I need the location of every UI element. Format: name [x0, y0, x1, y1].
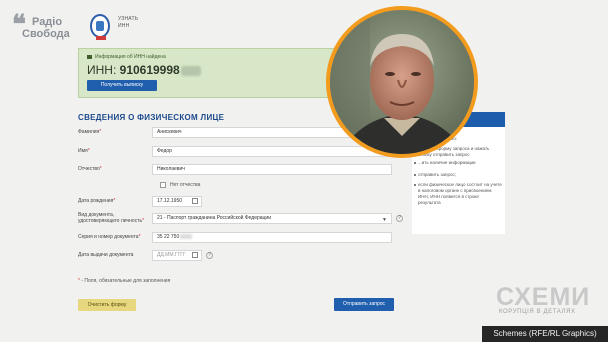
required-mark: *	[99, 129, 102, 135]
sidebar-item-text: отправить запрос;	[418, 172, 456, 177]
portrait-image	[330, 10, 474, 154]
inn-value: 910619998	[119, 63, 180, 77]
inn-blurred-digits	[180, 65, 201, 76]
required-mark: *	[142, 218, 145, 224]
clear-form-button[interactable]: Очистить форму	[78, 299, 136, 311]
schemes-logo: СХЕМИ	[496, 283, 591, 311]
get-extract-button[interactable]: Получить выписку	[87, 80, 157, 91]
birthdate-input[interactable]: 17.12.1950	[152, 196, 202, 207]
label-issue-date-text: Дата выдачи документа	[78, 252, 134, 258]
nalog-emblem-stripe	[96, 36, 106, 40]
label-name: Имя*	[78, 148, 90, 154]
label-surname-text: Фамилия	[78, 129, 100, 135]
required-mark: *	[99, 166, 102, 172]
bullet-icon	[414, 162, 416, 164]
sidebar-item: ...ить наличие информации	[414, 160, 502, 166]
nalog-emblem-icon	[90, 14, 110, 38]
label-birthdate-text: Дата рождения	[78, 198, 114, 204]
calendar-icon[interactable]	[192, 198, 198, 204]
label-name-text: Имя	[78, 148, 88, 154]
service-title-line2: ИНН	[118, 23, 130, 29]
bullet-icon	[414, 174, 416, 176]
service-title-line1: УЗНАТЬ	[118, 16, 139, 22]
calendar-icon[interactable]	[192, 252, 198, 258]
patronymic-input[interactable]: Николаевич	[152, 164, 392, 175]
section-title: СВЕДЕНИЯ О ФИЗИЧЕСКОМ ЛИЦЕ	[78, 113, 225, 122]
label-doc-number-text: Серия и номер документа	[78, 234, 139, 240]
no-patronymic-label: Нет отчества	[170, 182, 201, 188]
issue-date-input[interactable]: ДД.ММ.ГГГГ	[152, 250, 202, 261]
printer-icon	[87, 54, 92, 59]
person-form: Фамилия* Анискевич Имя* Федор Отчество* …	[70, 124, 412, 319]
required-note-text: - Поля, обязательные для заполнения	[81, 278, 171, 284]
logo-line1: Радіо	[32, 16, 63, 28]
label-patronymic-text: Отчество	[78, 166, 100, 172]
sidebar-item-text: если физическое лицо состоит на учете в …	[418, 182, 502, 205]
label-birthdate: Дата рождения*	[78, 198, 115, 204]
image-credit: Schemes (RFE/RL Graphics)	[482, 326, 608, 342]
help-icon[interactable]: ?	[396, 215, 403, 222]
label-doc-type-text: Вид документа, удостоверяющего личность	[78, 212, 143, 224]
label-patronymic: Отчество*	[78, 166, 102, 172]
doc-type-select[interactable]: 21 - Паспорт гражданина Российской Федер…	[152, 213, 392, 224]
schemes-tagline: КОРУПЦІЯ В ДЕТАЛЯХ	[499, 309, 576, 315]
doc-number-blurred	[180, 234, 193, 240]
label-doc-number: Серия и номер документа*	[78, 234, 141, 240]
inn-found-title: Информация об ИНН найдена	[87, 54, 166, 60]
required-mark: *	[87, 148, 90, 154]
bullet-icon	[414, 184, 416, 186]
required-fields-note: * - Поля, обязательные для заполнения	[78, 278, 170, 284]
label-doc-type: Вид документа, удостоверяющего личность*	[78, 212, 150, 224]
inn-row: ИНН: 910619998	[87, 63, 201, 77]
label-issue-date: Дата выдачи документа	[78, 252, 133, 258]
doc-type-value: 21 - Паспорт гражданина Российской Федер…	[157, 215, 272, 221]
radio-svoboda-logo: ❝ Радіо Свобода	[12, 10, 72, 50]
help-icon[interactable]: ?	[206, 252, 213, 259]
chevron-down-icon: ▼	[382, 217, 387, 223]
sidebar-item-text: ...ить наличие информации	[418, 160, 476, 165]
required-mark: *	[138, 234, 141, 240]
required-mark: *	[78, 278, 80, 284]
doc-number-value: 35 22 750	[157, 234, 180, 240]
birthdate-value: 17.12.1950	[157, 198, 183, 204]
sidebar-item: отправить запрос;	[414, 172, 502, 178]
person-photo	[326, 6, 478, 158]
page: ❝ Радіо Свобода УЗНАТЬ ИНН Информация об…	[0, 0, 608, 342]
issue-date-placeholder: ДД.ММ.ГГГГ	[157, 252, 186, 258]
sidebar-item: если физическое лицо состоит на учете в …	[414, 182, 502, 206]
label-surname: Фамилия*	[78, 129, 101, 135]
doc-number-input[interactable]: 35 22 750	[152, 232, 392, 243]
logo-line2: Свобода	[22, 28, 70, 40]
required-mark: *	[113, 198, 116, 204]
inn-label: ИНН:	[87, 63, 117, 77]
inn-found-title-text: Информация об ИНН найдена	[95, 54, 166, 60]
submit-request-button[interactable]: Отправить запрос	[334, 298, 394, 311]
no-patronymic-checkbox[interactable]	[160, 182, 166, 188]
